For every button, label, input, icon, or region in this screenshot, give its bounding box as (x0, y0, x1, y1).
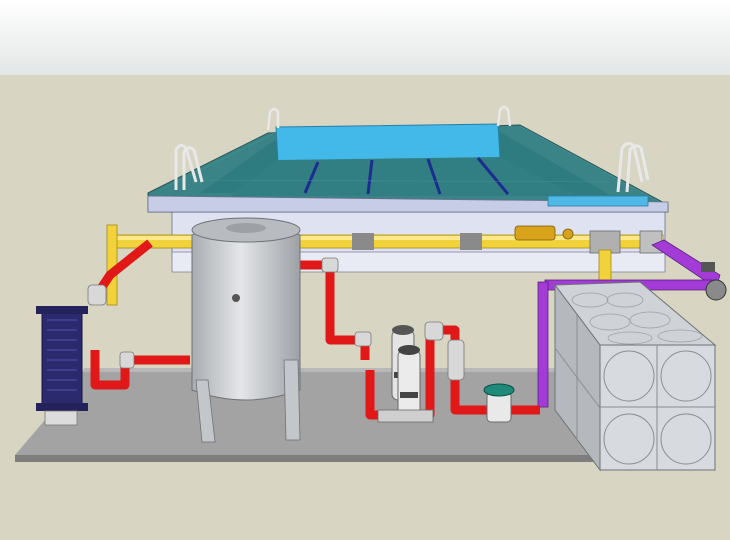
valve (514, 225, 556, 241)
sky (0, 0, 730, 75)
hair-filter (483, 383, 515, 423)
heat-exchanger (36, 306, 88, 426)
pool-plant-diagram (0, 0, 730, 540)
valve (705, 279, 727, 301)
pump (397, 345, 421, 421)
